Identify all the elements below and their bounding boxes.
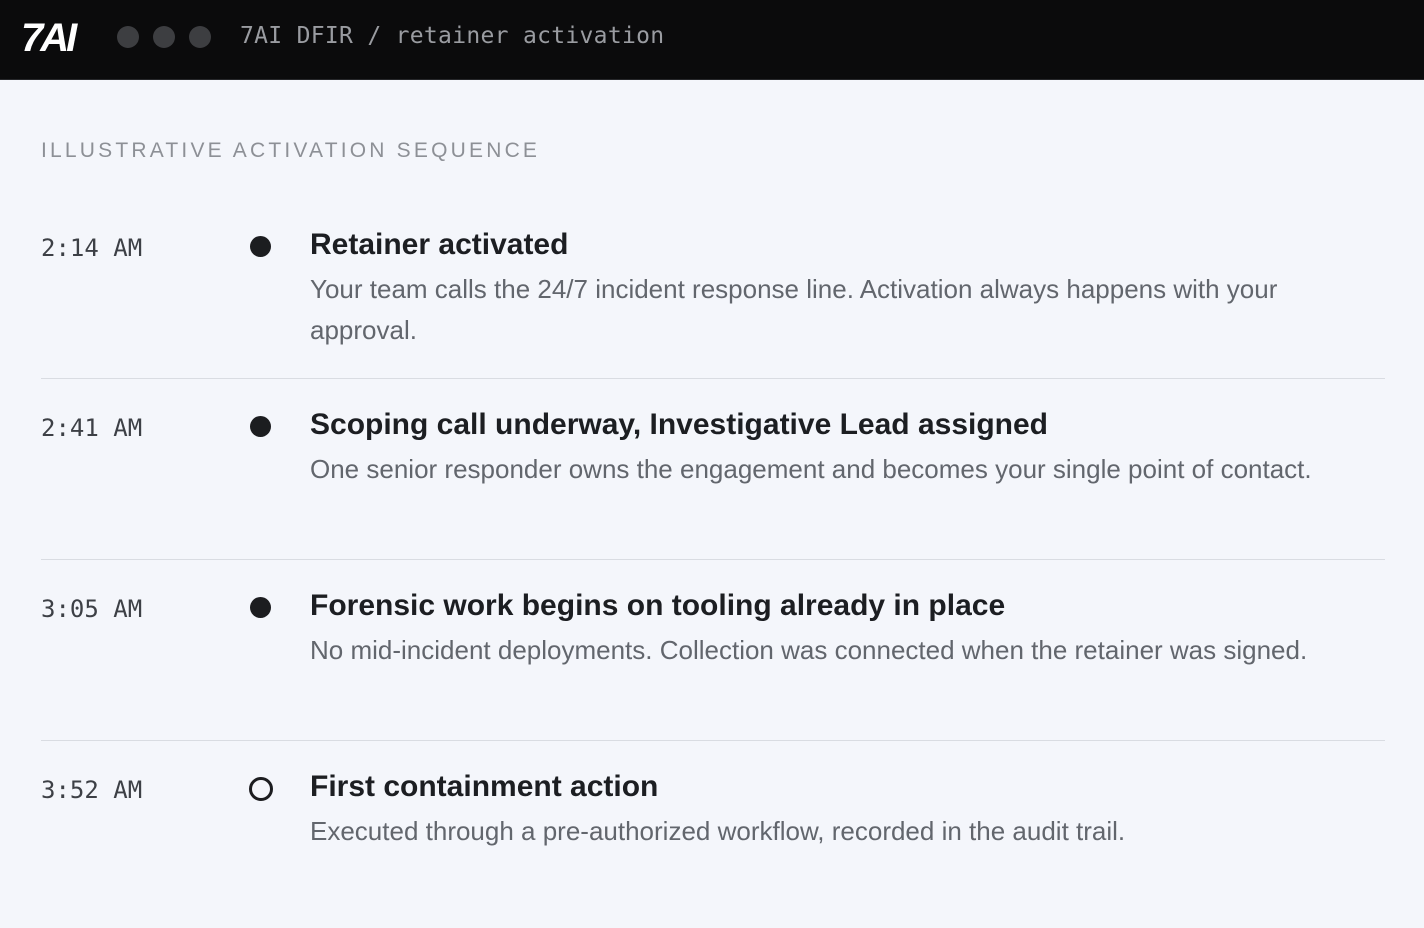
filled-dot-icon [250,416,271,437]
window-control-dot[interactable] [117,26,139,48]
timeline-row: 3:52 AM First containment action Execute… [41,742,1385,892]
7ai-logo: 7AI [21,18,81,56]
timeline-row: 3:05 AM Forensic work begins on tooling … [41,561,1385,741]
window-control-dot[interactable] [189,26,211,48]
event-time: 3:52 AM [41,776,143,804]
logo-wordmark: 7AI [21,18,78,56]
event-title: Retainer activated [310,228,569,261]
event-title: Forensic work begins on tooling already … [310,589,1006,622]
event-title: Scoping call underway, Investigative Lea… [310,408,1049,441]
event-title: First containment action [310,770,659,803]
event-description: Your team calls the 24/7 incident respon… [310,274,1278,345]
window-control-dot[interactable] [153,26,175,48]
event-time: 3:05 AM [41,595,143,623]
filled-dot-icon [250,597,271,618]
timeline-row: 2:14 AM Retainer activated Your team cal… [41,200,1385,379]
event-time: 2:41 AM [41,414,143,442]
open-circle-icon [249,777,273,801]
window-path-title: 7AI DFIR / retainer activation [240,23,665,49]
event-time: 2:14 AM [41,234,143,262]
timeline-row: 2:41 AM Scoping call underway, Investiga… [41,380,1385,560]
event-description: No mid-incident deployments. Collection … [310,635,1308,665]
event-description: One senior responder owns the engagement… [310,454,1312,484]
section-label: ILLUSTRATIVE ACTIVATION SEQUENCE [41,139,541,162]
event-description: Executed through a pre-authorized workfl… [310,816,1126,846]
filled-dot-icon [250,236,271,257]
window-titlebar: 7AI 7AI DFIR / retainer activation [0,0,1424,80]
